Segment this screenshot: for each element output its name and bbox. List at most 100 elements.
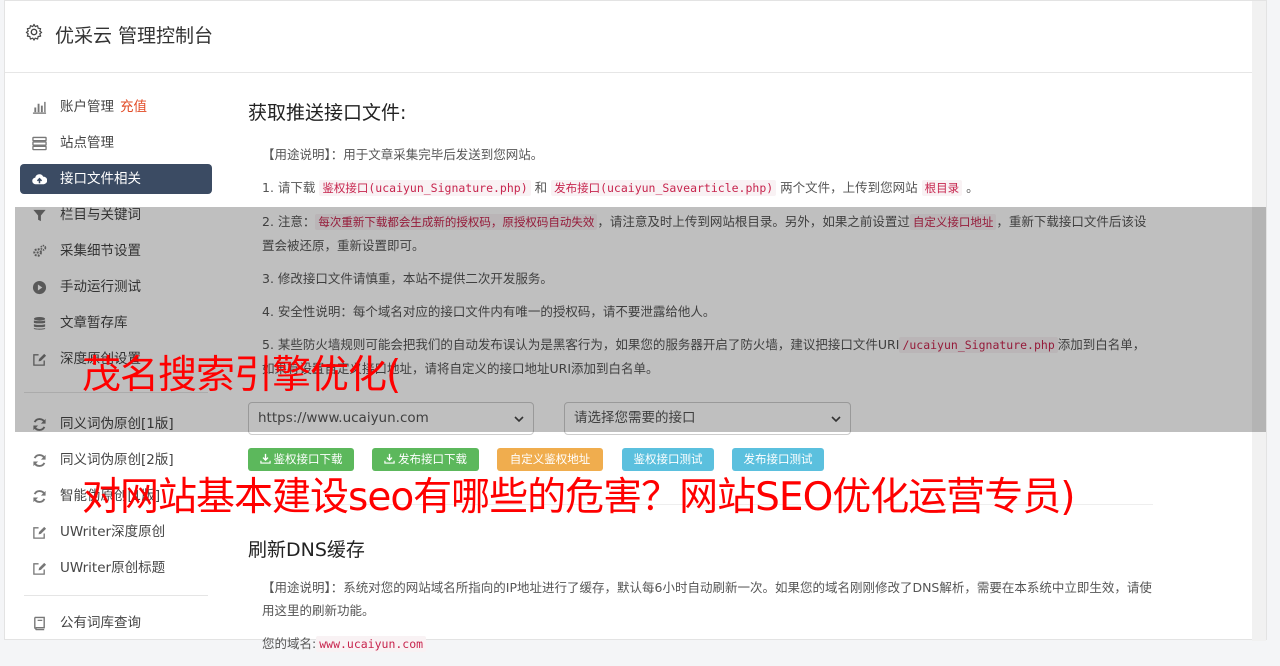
sidebar-item-sites[interactable]: 站点管理 [20,128,212,158]
sidebar-item-label: 同义词伪原创[1版] [60,416,174,432]
section-divider [248,504,1153,505]
sidebar-item-label: 栏目与关键词 [60,207,141,223]
book-icon [34,616,45,631]
step-text: 两个文件，上传到您网站 [776,180,922,195]
download-icon [259,453,271,464]
auth-download-button[interactable]: 鉴权接口下载 [248,448,354,471]
sidebar-item-label: 接口文件相关 [60,171,141,187]
sidebar-item-label: 站点管理 [60,135,114,151]
auth-file-code: 鉴权接口(ucaiyun_Signature.php) [319,180,531,196]
page-title: 优采云 管理控制台 [55,25,214,47]
button-row: 鉴权接口下载 发布接口下载 自定义鉴权地址 鉴权接口测试 发布接口测试 [248,448,1153,474]
sidebar-divider [24,595,208,596]
sidebar-item-label: 智能伪原创[1版] [60,488,161,504]
sidebar-item-uwriter-title[interactable]: UWriter原创标题 [20,553,212,583]
download-icon [384,453,395,464]
gear-icon [25,23,43,41]
select-row: https://www.ucaiyun.com 请选择您需要的接口 [248,402,1153,438]
button-label: 鉴权接口下载 [273,452,343,466]
dns-section-title: 刷新DNS缓存 [248,539,365,561]
button-label: 鉴权接口测试 [633,452,703,466]
step-text: 5. 某些防火墙规则可能会把我们的自动发布误认为是黑客行为，如果您的服务器开启了… [262,337,900,352]
usage-label: 【用途说明】 [262,580,331,595]
sidebar-divider [24,392,208,393]
sidebar-item-synonym-v1[interactable]: 同义词伪原创[1版] [20,409,212,439]
step-text: 和 [530,180,552,195]
cloud-upload-icon [32,174,47,185]
play-circle-icon [32,280,47,295]
site-select-value: https://www.ucaiyun.com [258,410,429,426]
site-select[interactable]: https://www.ucaiyun.com [248,402,534,435]
step-text: 1. 请下载 [262,180,320,195]
sidebar-item-synonym-v2[interactable]: 同义词伪原创[2版] [20,445,212,475]
refresh-icon [33,454,46,467]
dns-usage: 【用途说明】：系统对您的网站域名所指向的IP地址进行了缓存，默认每6小时自动刷新… [262,576,1153,622]
edit-icon [33,526,47,539]
database-icon [33,316,46,330]
step-2: 2. 注意： 每次重新下载都会生成新的授权码，原授权码自动失效 ，请注意及时上传到网… [262,210,1153,257]
button-label: 发布接口下载 [398,452,467,466]
domain-value: www.ucaiyun.com [316,636,427,652]
step-4: 4. 安全性说明：每个域名对应的接口文件内有唯一的授权码，请不要泄露给他人。 [262,304,716,319]
gears-icon [33,244,47,257]
interface-select[interactable]: 请选择您需要的接口 [564,402,851,435]
sidebar-item-label: UWriter深度原创 [60,524,166,540]
sidebar-item-interface-files[interactable]: 接口文件相关 [20,164,212,194]
sidebar-item-account[interactable]: 账户管理 充值 [20,92,212,122]
root-dir-code: 根目录 [921,180,963,196]
bar-chart-icon [32,101,47,114]
usage-text: ：系统对您的网站域名所指向的IP地址进行了缓存，默认每6小时自动刷新一次。如果您… [262,580,1152,618]
signature-uri-code: /ucaiyun_Signature.php [899,337,1058,353]
sidebar-item-public-lexicon[interactable]: 公有词库查询 [20,608,212,638]
warning-code: 每次重新下载都会生成新的授权码，原授权码自动失效 [315,214,598,230]
usage-text: ：用于文章采集完毕后发送到您网站。 [330,147,544,162]
custom-url-code: 自定义接口地址 [909,214,997,230]
custom-auth-url-button[interactable]: 自定义鉴权地址 [497,448,603,471]
sidebar-item-label: 手动运行测试 [60,279,141,295]
sidebar-item-article-store[interactable]: 文章暂存库 [20,308,212,338]
button-label: 发布接口测试 [743,452,813,466]
sidebar-item-label: 深度原创设置 [60,351,141,367]
auth-test-button[interactable]: 鉴权接口测试 [622,448,714,471]
recharge-link[interactable]: 充值 [120,99,147,115]
step-text: ，请注意及时上传到网站根目录。另外，如果之前设置过 [597,214,910,229]
step-3: 3. 修改接口文件请慎重，本站不提供二次开发服务。 [262,271,553,286]
interface-select-value: 请选择您需要的接口 [574,410,696,426]
usage-label: 【用途说明】 [262,147,331,162]
chevron-down-icon [514,416,524,423]
panel-header: 优采云 管理控制台 [5,1,1266,73]
refresh-icon [33,490,46,503]
push-section-title: 获取推送接口文件: [248,102,407,124]
filter-icon [33,209,46,222]
chevron-down-icon [831,416,841,423]
refresh-icon [33,418,46,431]
sidebar-item-columns-keywords[interactable]: 栏目与关键词 [20,200,212,230]
step-text: 。 [962,180,979,195]
sidebar-item-deep-original[interactable]: 深度原创设置 [20,344,212,374]
sidebar-item-label: 采集细节设置 [60,243,141,259]
step-5: 5. 某些防火墙规则可能会把我们的自动发布误认为是黑客行为，如果您的服务器开启了… [262,333,1153,380]
server-icon [32,136,47,151]
sidebar-item-manual-run[interactable]: 手动运行测试 [20,272,212,302]
sidebar-item-label: 账户管理 [60,99,114,115]
sidebar-item-label: 文章暂存库 [60,315,128,331]
publish-test-button[interactable]: 发布接口测试 [732,448,824,471]
step-text: 2. 注意： [262,214,316,229]
publish-download-button[interactable]: 发布接口下载 [372,448,479,471]
sidebar: 账户管理 充值 站点管理 接口文件相关 栏目与关键词 采集细节设置 手动运行测试 … [20,92,212,644]
edit-icon [33,353,47,366]
push-usage: 【用途说明】：用于文章采集完毕后发送到您网站。 [262,143,1153,166]
publish-file-code: 发布接口(ucaiyun_Savearticle.php) [551,180,777,196]
sidebar-item-label: UWriter原创标题 [60,560,166,576]
sidebar-item-smart-original[interactable]: 智能伪原创[1版] [20,481,212,511]
sidebar-item-label: 公有词库查询 [60,615,141,631]
edit-icon [33,562,47,575]
step-1: 1. 请下载 鉴权接口(ucaiyun_Signature.php) 和 发布接… [262,176,1153,200]
dns-domain: 您的域名: www.ucaiyun.com [262,632,1153,656]
button-label: 自定义鉴权地址 [509,452,591,466]
scrollbar[interactable] [1252,1,1266,641]
sidebar-item-collect-settings[interactable]: 采集细节设置 [20,236,212,266]
sidebar-item-uwriter-deep[interactable]: UWriter深度原创 [20,517,212,547]
domain-label: 您的域名: [262,636,317,651]
main-content: 获取推送接口文件: 【用途说明】：用于文章采集完毕后发送到您网站。 1. 请下载… [248,98,1153,666]
